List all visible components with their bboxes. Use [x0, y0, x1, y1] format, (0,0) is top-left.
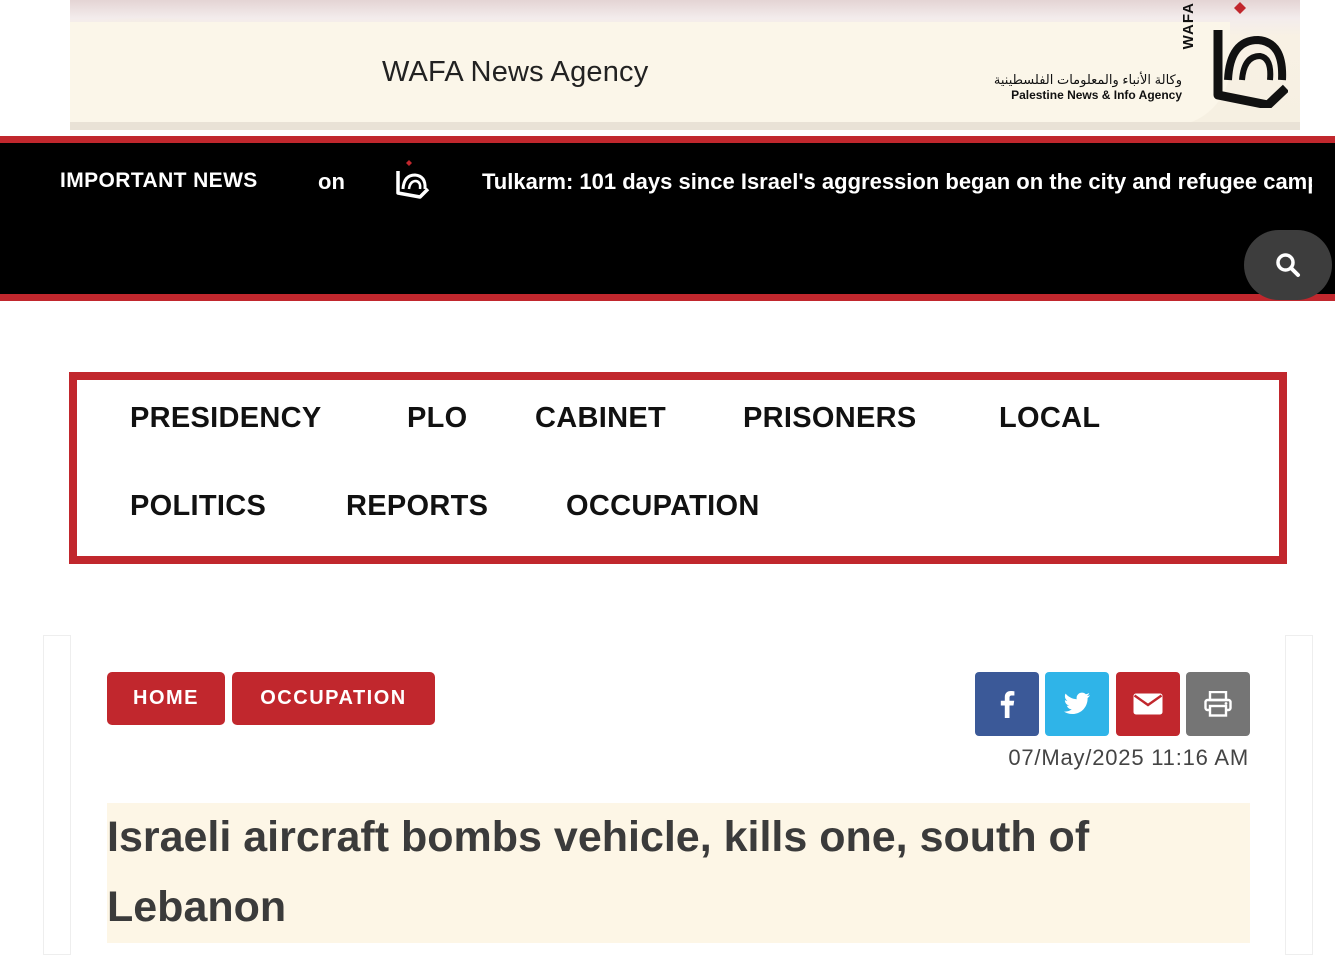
envelope-icon: [1133, 693, 1163, 715]
nav-item-prisoners[interactable]: PRISONERS: [743, 402, 917, 435]
logo-english-name: Palestine News & Info Agency: [1011, 88, 1182, 102]
article-title: Israeli aircraft bombs vehicle, kills on…: [107, 813, 1090, 931]
wafa-ticker-separator-icon: [396, 160, 430, 199]
banner-strip: [70, 122, 1300, 130]
search-button[interactable]: [1244, 230, 1332, 300]
logo-wafa-text: WAFA: [1180, 2, 1197, 50]
wafa-logo-mark-icon: [1213, 2, 1288, 108]
ticker-headline-link[interactable]: Tulkarm: 101 days since Israel's aggress…: [482, 169, 1312, 195]
banner-title: WAFA News Agency: [382, 56, 649, 88]
nav-item-occupation[interactable]: OCCUPATION: [566, 490, 760, 523]
printer-icon: [1204, 691, 1232, 717]
breaking-news-ticker: IMPORTANT NEWS on Tulkarm: 101 days sinc…: [0, 136, 1335, 301]
ticker-previous-item[interactable]: on: [318, 169, 345, 195]
share-email-button[interactable]: [1116, 672, 1180, 736]
nav-item-reports[interactable]: REPORTS: [346, 490, 488, 523]
breadcrumb-home[interactable]: HOME: [107, 672, 225, 725]
breadcrumb-occupation[interactable]: OCCUPATION: [232, 672, 435, 725]
publish-date: 07/May/2025 11:16 AM: [1008, 745, 1249, 770]
facebook-icon: [1000, 691, 1015, 718]
site-header: WAFA News Agency وكالة الأنباء والمعلوما…: [0, 0, 1335, 136]
ticker-label: IMPORTANT NEWS: [60, 169, 258, 192]
nav-item-local[interactable]: LOCAL: [999, 402, 1100, 435]
share-twitter-button[interactable]: [1045, 672, 1109, 736]
twitter-icon: [1064, 692, 1090, 714]
wafa-logo[interactable]: وكالة الأنباء والمعلومات الفلسطينية Pale…: [994, 0, 1290, 110]
category-menu: [69, 372, 1287, 564]
logo-arabic-name: وكالة الأنباء والمعلومات الفلسطينية: [993, 72, 1182, 87]
search-icon: [1276, 253, 1300, 277]
nav-item-presidency[interactable]: PRESIDENCY: [130, 402, 322, 435]
nav-item-plo[interactable]: PLO: [407, 402, 468, 435]
nav-item-cabinet[interactable]: CABINET: [535, 402, 666, 435]
share-facebook-button[interactable]: [975, 672, 1039, 736]
print-button[interactable]: [1186, 672, 1250, 736]
nav-item-politics[interactable]: POLITICS: [130, 490, 266, 523]
